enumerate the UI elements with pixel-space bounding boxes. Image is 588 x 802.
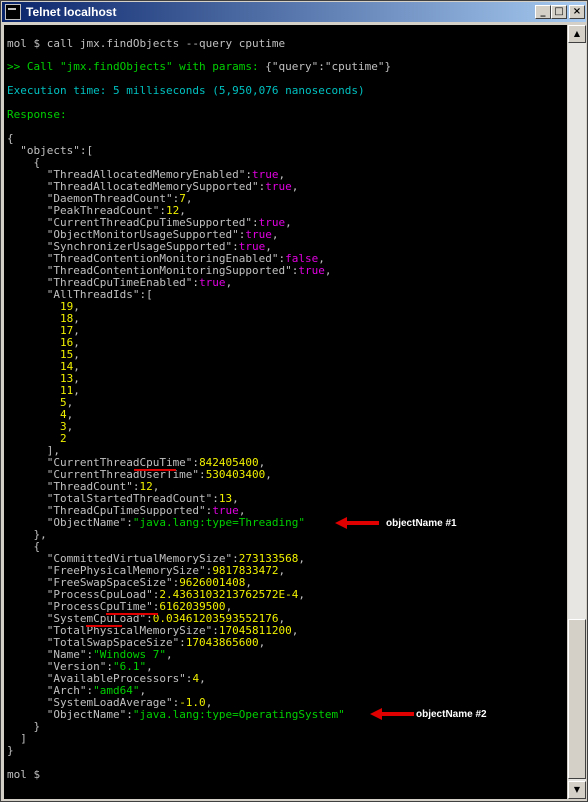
execution-time: Execution time: 5 milliseconds (5,950,07… [7, 84, 365, 97]
prompt-text: mol $ [7, 768, 47, 781]
cpu-underline-3 [86, 622, 122, 627]
json-value: "java.lang:type=OperatingSystem" [132, 708, 345, 721]
json-separator: , [73, 384, 80, 397]
call-params: {"query":"cputime"} [265, 60, 392, 73]
json-separator: , [258, 636, 266, 649]
annotation-objectname-1: objectName #1 [386, 518, 457, 529]
close-button[interactable]: × [569, 5, 585, 19]
json-separator: , [285, 216, 292, 229]
json-separator: , [298, 588, 306, 601]
json-separator: , [298, 552, 306, 565]
minimize-button[interactable]: _ [535, 5, 551, 19]
scroll-down-icon[interactable]: ▼ [568, 781, 586, 799]
json-separator: , [199, 672, 206, 685]
terminal-output[interactable]: mol $ call jmx.findObjects --query cputi… [4, 25, 567, 799]
json-separator: , [185, 192, 193, 205]
response-label: Response: [7, 108, 67, 121]
annotation-objectname-2: objectName #2 [416, 709, 487, 720]
window-title: Telnet localhost [26, 5, 117, 19]
scroll-up-icon[interactable]: ▲ [568, 25, 586, 43]
arrow-objectname-2-icon [370, 708, 414, 720]
title-bar[interactable]: Telnet localhost _ □ × [2, 2, 586, 22]
terminal-app-icon[interactable] [5, 4, 21, 20]
shell-prompt: mol $ [7, 769, 47, 781]
json-separator: , [291, 624, 299, 637]
json-separator: , [324, 264, 332, 277]
json-value: true [265, 180, 292, 193]
json-separator: , [278, 564, 286, 577]
scroll-thumb[interactable] [568, 619, 586, 779]
cputime-underline-1 [134, 466, 176, 471]
json-token: } [7, 744, 14, 757]
telnet-window: Telnet localhost _ □ × mol $ call jmx.fi… [0, 0, 588, 802]
json-property: "ObjectName":"java.lang:type=OperatingSy… [7, 709, 345, 721]
json-value: "java.lang:type=Threading" [132, 516, 306, 529]
json-value: 530403400 [205, 468, 266, 481]
json-close-brace: } [7, 745, 14, 757]
json-separator: , [265, 468, 272, 481]
cputime-underline-2 [106, 610, 158, 615]
call-line: >> Call "jmx.findObjects" with params: {… [7, 61, 391, 73]
command-line: mol $ call jmx.findObjects --query cputi… [7, 37, 286, 50]
json-value: true [199, 276, 226, 289]
arrow-objectname-1-icon [335, 517, 379, 529]
json-separator: , [165, 648, 173, 661]
json-value: true [298, 264, 325, 277]
json-separator: , [291, 180, 299, 193]
maximize-button[interactable]: □ [551, 5, 567, 19]
call-prefix: >> Call "jmx.findObjects" with params: [7, 60, 266, 73]
json-value: 17043865600 [185, 636, 259, 649]
json-separator: , [271, 228, 279, 241]
vertical-scrollbar[interactable]: ▲ ▼ [568, 25, 586, 799]
json-property: "ObjectName":"java.lang:type=Threading" [7, 517, 305, 529]
json-separator: , [225, 276, 233, 289]
json-separator: , [66, 420, 74, 433]
